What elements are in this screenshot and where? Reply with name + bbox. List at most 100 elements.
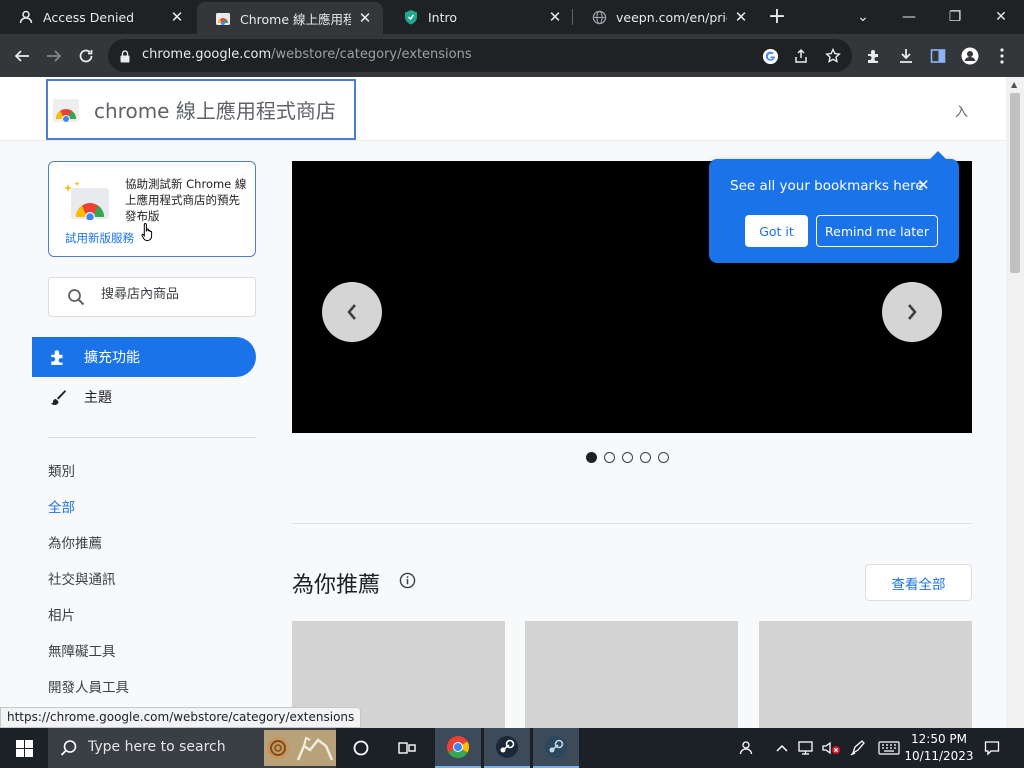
tab-search-button[interactable]: ⌄	[840, 0, 886, 34]
minimize-button[interactable]: —	[886, 0, 932, 34]
extensions-icon[interactable]	[860, 42, 888, 70]
shield-icon	[403, 9, 419, 25]
carousel-dot-5[interactable]	[658, 452, 669, 463]
address-bar[interactable]: chrome.google.com/webstore/category/exte…	[108, 39, 852, 72]
steam-vr-icon[interactable]	[533, 728, 579, 768]
restore-button[interactable]: ❐	[932, 0, 978, 34]
category-recommended[interactable]: 為你推薦	[48, 532, 102, 552]
sign-in-link[interactable]: 入	[955, 101, 968, 120]
download-icon[interactable]	[892, 42, 920, 70]
volume-muted-icon[interactable]	[819, 728, 843, 768]
promo-text: 協助測試新 Chrome 線上應用程式商店的預先發布版	[125, 177, 247, 223]
side-panel-icon[interactable]	[924, 42, 952, 70]
chrome-web-store-logo	[52, 97, 80, 123]
chevron-left-icon	[347, 304, 356, 320]
category-developer-tools[interactable]: 開發人員工具	[48, 676, 129, 696]
forward-icon[interactable]	[40, 42, 68, 70]
windows-start-button[interactable]	[0, 728, 48, 768]
menu-kebab-icon[interactable]	[988, 42, 1016, 70]
pen-workspace-icon[interactable]	[846, 728, 870, 768]
show-hidden-icons-chevron-icon[interactable]	[772, 728, 792, 768]
scroll-up-arrow-icon[interactable]: ▲	[1011, 80, 1017, 89]
people-icon[interactable]	[734, 728, 760, 768]
try-new-store-link[interactable]: 試用新版服務	[65, 230, 134, 246]
clock-time: 12:50 PM	[911, 732, 967, 746]
network-icon[interactable]	[795, 728, 817, 768]
page-scrollbar[interactable]: ▲	[1006, 77, 1024, 728]
tab-veepn[interactable]: veepn.com/en/pricing ✕	[573, 0, 759, 34]
carousel-prev-button[interactable]	[322, 282, 382, 342]
share-icon[interactable]	[791, 46, 811, 66]
nav-themes[interactable]: 主題	[32, 377, 256, 417]
back-icon[interactable]	[8, 42, 36, 70]
nav-extensions[interactable]: 擴充功能	[32, 337, 256, 377]
carousel-next-button[interactable]	[882, 282, 942, 342]
bookmark-promo-bubble: See all your bookmarks here ✕ Got it Rem…	[709, 151, 959, 263]
notifications-icon[interactable]	[980, 728, 1004, 768]
url-host: chrome.google.com	[142, 47, 272, 62]
close-tab-icon[interactable]: ✕	[169, 8, 185, 26]
search-icon	[60, 739, 78, 761]
carousel-dot-3[interactable]	[622, 452, 633, 463]
google-lens-icon[interactable]	[760, 46, 780, 66]
store-search-box[interactable]	[48, 277, 256, 317]
carousel-indicators	[586, 452, 669, 463]
tab-title: Access Denied	[43, 9, 135, 25]
touch-keyboard-icon[interactable]	[876, 728, 902, 768]
tab-title: veepn.com/en/pricing	[616, 9, 727, 25]
tab-chrome-web-store[interactable]: Chrome 線上應用程式商店 - 擴充功能 ✕	[197, 2, 383, 34]
task-view-icon[interactable]	[384, 728, 430, 768]
profile-icon[interactable]	[956, 42, 984, 70]
nav-label: 主題	[84, 390, 112, 406]
bubble-arrow	[929, 151, 947, 160]
search-input[interactable]	[101, 287, 246, 302]
recommended-card[interactable]	[759, 621, 972, 728]
store-title: chrome 線上應用程式商店	[94, 99, 336, 123]
category-photos[interactable]: 相片	[48, 604, 75, 624]
tab-title: Chrome 線上應用程式商店 - 擴充功能	[240, 11, 351, 27]
browser-toolbar: chrome.google.com/webstore/category/exte…	[0, 34, 1024, 77]
windows-logo-icon	[15, 739, 33, 757]
got-it-button[interactable]: Got it	[745, 215, 808, 247]
remind-later-button[interactable]: Remind me later	[816, 215, 938, 247]
reload-icon[interactable]	[72, 42, 100, 70]
close-tab-icon[interactable]: ✕	[547, 8, 563, 26]
new-tab-button[interactable]: +	[766, 4, 788, 30]
close-window-button[interactable]: ✕	[978, 0, 1024, 34]
carousel-dot-4[interactable]	[640, 452, 651, 463]
close-icon[interactable]: ✕	[917, 176, 930, 194]
tab-access-denied[interactable]: Access Denied ✕	[0, 0, 195, 34]
recommended-card[interactable]	[525, 621, 738, 728]
carousel-dot-2[interactable]	[604, 452, 615, 463]
store-logo-link[interactable]: chrome 線上應用程式商店	[46, 79, 356, 140]
category-accessibility[interactable]: 無障礙工具	[48, 640, 116, 660]
scrollbar-thumb[interactable]	[1010, 93, 1020, 273]
cortana-icon[interactable]	[338, 728, 384, 768]
chrome-web-store-icon	[215, 10, 231, 26]
tab-intro[interactable]: Intro ✕	[385, 0, 573, 34]
web-page: chrome 線上應用程式商店 入 協助測試新 Chrome 線上應用程式商店的…	[0, 77, 1024, 728]
chrome-taskbar-icon[interactable]	[435, 728, 481, 768]
sidebar-divider	[48, 437, 256, 438]
search-highlight-fossil-image	[264, 730, 336, 766]
tab-title: Intro	[428, 9, 458, 25]
taskbar-search-placeholder: Type here to search	[88, 739, 226, 755]
bookmark-star-icon[interactable]	[823, 46, 843, 66]
close-tab-icon[interactable]: ✕	[733, 8, 749, 26]
category-all[interactable]: 全部	[48, 496, 75, 516]
carousel-dot-1[interactable]	[586, 452, 597, 463]
category-social[interactable]: 社交與通訊	[48, 568, 116, 588]
taskbar-search-box[interactable]: Type here to search	[48, 728, 336, 768]
store-header: chrome 線上應用程式商店 入	[0, 77, 1006, 141]
close-tab-icon[interactable]: ✕	[357, 9, 373, 27]
windows-taskbar: Type here to search 12:50 PM 10/11/2023	[0, 728, 1024, 768]
steam-icon[interactable]	[484, 728, 530, 768]
see-all-button[interactable]: 查看全部	[865, 564, 972, 601]
recommended-heading: 為你推薦	[292, 573, 381, 598]
search-icon	[67, 288, 85, 310]
system-clock[interactable]: 12:50 PM 10/11/2023	[904, 731, 974, 765]
lock-icon[interactable]	[120, 48, 130, 67]
tab-strip: Access Denied ✕ Chrome 線上應用程式商店 - 擴充功能 ✕…	[0, 0, 1024, 34]
page-icon	[18, 9, 34, 25]
info-icon[interactable]	[399, 572, 416, 593]
